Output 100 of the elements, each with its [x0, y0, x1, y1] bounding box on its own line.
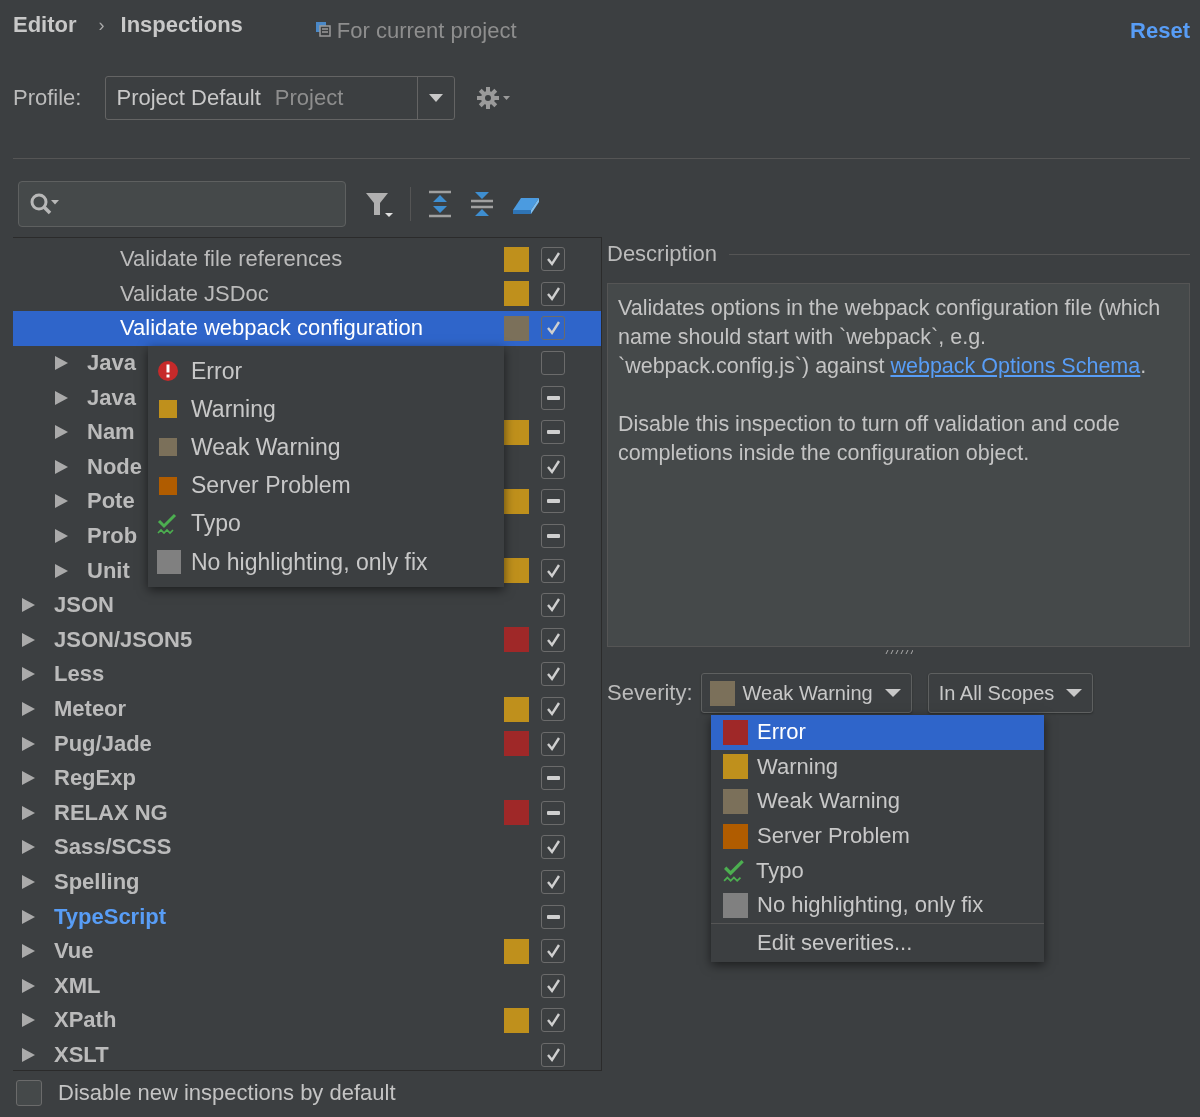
list-option[interactable]: Warning — [711, 749, 1044, 785]
checkbox[interactable] — [541, 1042, 565, 1067]
expand-arrow-icon[interactable] — [21, 908, 36, 925]
menu-item[interactable]: Weak Warning — [148, 428, 504, 467]
tree-item[interactable]: Less — [54, 661, 105, 688]
tree-item[interactable]: RELAX NG — [54, 799, 168, 826]
severity-label: Severity: — [607, 680, 693, 706]
tree-item[interactable]: Vue — [54, 938, 94, 965]
expand-arrow-icon[interactable] — [21, 943, 36, 960]
expand-arrow-icon[interactable] — [21, 770, 36, 787]
expand-arrow-icon[interactable] — [21, 839, 36, 856]
expand-arrow-icon[interactable] — [21, 666, 36, 683]
menu-item[interactable]: Warning — [148, 390, 504, 429]
expand-arrow-icon[interactable] — [21, 631, 36, 648]
collapse-all-icon[interactable] — [469, 190, 495, 218]
tree-item[interactable]: Nam — [87, 419, 135, 446]
list-option[interactable]: Error — [711, 715, 1044, 750]
checkbox[interactable] — [541, 870, 565, 894]
checkbox[interactable] — [541, 835, 565, 860]
expand-arrow-icon[interactable] — [54, 562, 69, 579]
scope-dropdown[interactable]: In All Scopes — [927, 673, 1094, 713]
list-option[interactable]: Edit severities... — [711, 922, 1044, 962]
tree-item[interactable]: XML — [54, 972, 101, 999]
tree-item[interactable]: XSLT — [54, 1041, 109, 1068]
tree-item[interactable]: JSON — [54, 592, 114, 619]
tree-item[interactable]: Prob — [87, 523, 138, 550]
checkbox[interactable] — [541, 973, 565, 998]
menu-item[interactable]: Typo — [148, 504, 504, 543]
expand-arrow-icon[interactable] — [54, 424, 69, 441]
breadcrumb-separator: › — [98, 14, 105, 36]
checkbox[interactable] — [541, 558, 565, 583]
tree-item[interactable]: Unit — [87, 557, 130, 584]
tree-item[interactable]: Java — [87, 384, 136, 411]
tree-item[interactable]: Pote — [87, 488, 135, 515]
expand-arrow-icon[interactable] — [21, 977, 36, 994]
checkbox[interactable] — [541, 731, 565, 756]
expand-arrow-icon[interactable] — [21, 1046, 36, 1063]
checkbox[interactable] — [541, 1008, 565, 1033]
list-option[interactable]: No highlighting, only fix — [711, 887, 1044, 923]
menu-item[interactable]: No highlighting, only fix — [148, 542, 504, 582]
tree-item[interactable]: Spelling — [54, 869, 140, 895]
reset-link[interactable]: Reset — [1130, 18, 1190, 44]
expand-arrow-icon[interactable] — [54, 528, 69, 545]
search-field[interactable] — [18, 181, 346, 227]
tree-item[interactable]: XPath — [54, 1007, 117, 1034]
checkbox[interactable] — [541, 904, 565, 929]
tree-item[interactable]: RegExp — [54, 765, 136, 792]
list-option[interactable]: Typo — [711, 853, 1044, 888]
expand-arrow-icon[interactable] — [21, 1012, 36, 1029]
list-option[interactable]: Server Problem — [711, 818, 1044, 854]
checkbox[interactable] — [541, 800, 565, 825]
typo-icon — [157, 512, 179, 535]
tree-item[interactable]: Java — [87, 350, 136, 377]
expand-arrow-icon[interactable] — [21, 804, 36, 821]
tree-item[interactable]: Meteor — [54, 696, 127, 722]
expand-arrow-icon[interactable] — [21, 874, 36, 890]
checkbox[interactable] — [541, 627, 565, 652]
checkbox[interactable] — [541, 316, 565, 341]
expand-arrow-icon[interactable] — [21, 597, 36, 614]
tree-item[interactable]: Validate file references — [120, 246, 343, 273]
tree-item[interactable]: JSON/JSON5 — [54, 626, 193, 653]
checkbox[interactable] — [541, 662, 565, 687]
checkbox[interactable] — [541, 697, 565, 721]
typo-icon — [723, 858, 747, 883]
checkbox[interactable] — [541, 766, 565, 791]
checkbox[interactable] — [541, 454, 565, 479]
checkbox[interactable] — [541, 281, 565, 306]
expand-arrow-icon[interactable] — [21, 701, 36, 717]
expand-arrow-icon[interactable] — [54, 458, 69, 475]
expand-arrow-icon[interactable] — [54, 493, 69, 510]
profile-dropdown[interactable]: Project Default Project — [105, 76, 456, 120]
checkbox[interactable] — [541, 939, 565, 964]
checkbox[interactable] — [16, 1080, 42, 1106]
expand-arrow-icon[interactable] — [54, 355, 69, 372]
severity-dropdown[interactable]: Weak Warning — [700, 673, 912, 713]
list-option[interactable]: Weak Warning — [711, 784, 1044, 819]
checkbox[interactable] — [541, 351, 565, 376]
checkbox[interactable] — [541, 489, 565, 514]
tree-item[interactable]: Pug/Jade — [54, 730, 152, 757]
expand-arrow-icon[interactable] — [21, 735, 36, 752]
tree-item[interactable]: Validate JSDoc — [120, 280, 269, 307]
expand-all-icon[interactable] — [427, 190, 453, 218]
checkbox[interactable] — [541, 385, 565, 410]
breadcrumb-link[interactable]: Editor — [13, 12, 77, 38]
tree-item[interactable]: Node — [87, 453, 142, 480]
checkbox[interactable] — [541, 593, 565, 618]
tree-item[interactable]: TypeScript — [54, 903, 167, 930]
checkbox[interactable] — [541, 247, 565, 272]
menu-item[interactable]: Server Problem — [148, 466, 504, 505]
scope-label: For current project — [336, 18, 517, 44]
tree-item[interactable]: Sass/SCSS — [54, 834, 172, 861]
checkbox[interactable] — [541, 420, 565, 445]
expand-arrow-icon[interactable] — [54, 389, 69, 406]
checkbox-label[interactable]: Disable new inspections by default — [58, 1080, 396, 1106]
settings-icon[interactable] — [477, 86, 512, 110]
checkbox[interactable] — [541, 524, 565, 549]
copy-icon — [314, 21, 331, 37]
menu-item[interactable]: Error — [148, 352, 504, 391]
link[interactable]: webpack Options Schema — [890, 354, 1141, 378]
splitter-handle[interactable] — [884, 649, 913, 655]
